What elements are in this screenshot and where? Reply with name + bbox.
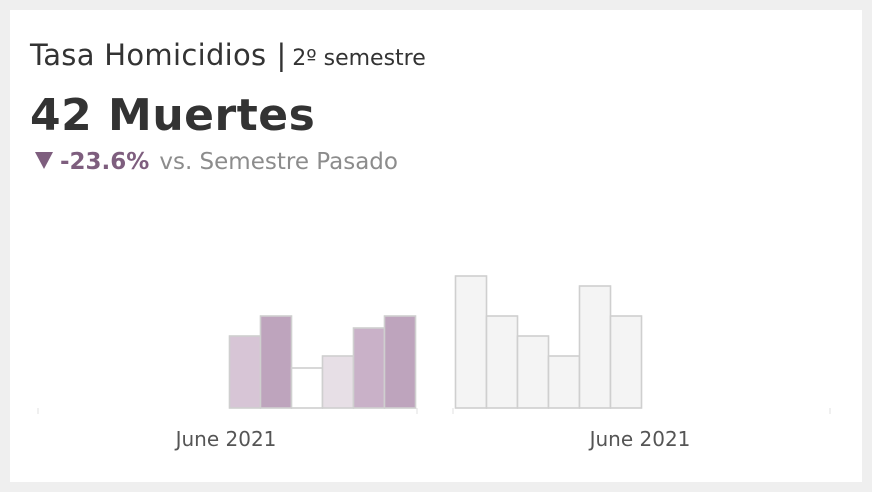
chart-bar[interactable]: [352, 327, 386, 409]
chart-bar[interactable]: [516, 335, 550, 409]
chart-bar[interactable]: [290, 367, 324, 409]
chart-bar[interactable]: [259, 315, 293, 409]
chart-bar[interactable]: [485, 315, 519, 409]
chart-bar[interactable]: [228, 335, 262, 409]
chart-bar[interactable]: [321, 355, 355, 409]
bar-chart: June 2021 June 2021: [37, 275, 831, 451]
chart-bar[interactable]: [578, 285, 612, 409]
x-tick-label: June 2021: [174, 427, 277, 451]
chart-bar[interactable]: [383, 315, 417, 409]
kpi-card: Tasa Homicidios | 2º semestre 42 Muertes -…: [10, 10, 862, 482]
chart-bar[interactable]: [609, 315, 643, 409]
x-tick-label: June 2021: [588, 427, 691, 451]
chart-bar[interactable]: [454, 275, 488, 409]
chart-bar[interactable]: [547, 355, 581, 409]
